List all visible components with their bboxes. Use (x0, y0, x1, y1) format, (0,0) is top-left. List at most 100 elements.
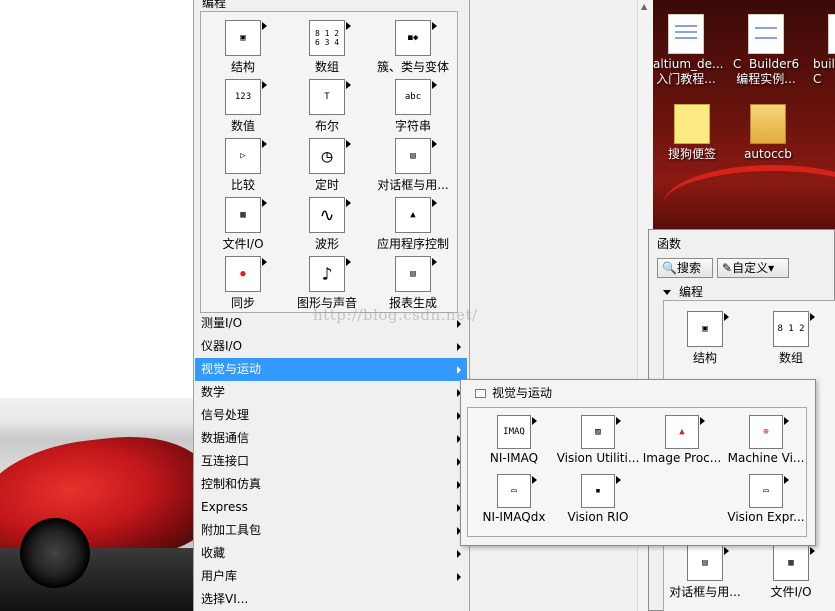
image-processing-glyph: ▲ (679, 427, 685, 437)
palette-item-label: Vision Utiliti... (556, 451, 640, 465)
palette-item-dialog[interactable]: ▤ 对话框与用... (371, 134, 455, 193)
menu-item-vision-motion[interactable]: 视觉与运动 (195, 358, 467, 381)
search-button[interactable]: 🔍搜索 (657, 258, 713, 278)
structure-icon: ▣ (687, 311, 723, 347)
palette-item-label: NI-IMAQ (489, 451, 539, 465)
menu-item-label: 数据通信 (201, 431, 250, 445)
submenu-arrow-icon (457, 320, 461, 328)
palette-item-vision-express[interactable]: ▭ Vision Expr... (722, 471, 810, 529)
palette-item-label: 结构 (230, 60, 255, 74)
menu-item-connectivity[interactable]: 互连接口 (195, 450, 467, 473)
palette-item-label: 应用程序控制 (376, 237, 449, 251)
wallpaper-image (0, 398, 195, 611)
app-control-icon: ▲ (395, 197, 431, 233)
menu-item-label: 仪器I/O (201, 339, 243, 353)
image-processing-icon: ▲ (665, 415, 699, 449)
vision-express-icon: ▭ (749, 474, 783, 508)
palette-item-timing[interactable]: ◷ 定时 (285, 134, 369, 193)
palette-item-label: 对话框与用... (377, 178, 449, 192)
menu-item-control-simulation[interactable]: 控制和仿真 (195, 473, 467, 496)
palette-item-sync[interactable]: ● 同步 (201, 252, 285, 311)
palette-item-ni-imaqdx[interactable]: ▭ NI-IMAQdx (470, 471, 558, 529)
menu-item-label: 附加工具包 (201, 523, 262, 537)
desktop-icon-cbuilder[interactable]: C Builder6 编程实例... (733, 14, 799, 87)
functions-menu[interactable]: 编程 ▣ 结构 8 1 2 6 3 4 数组 ◼◆ 簇、类与变体 123 数值 T 布尔 … (193, 0, 470, 611)
submenu-arrow-icon (457, 343, 461, 351)
ni-imaqdx-glyph: ▭ (511, 486, 517, 496)
palette-item-label: Vision RIO (567, 510, 629, 524)
ni-imaq-icon: IMAQ (497, 415, 531, 449)
collapse-icon (663, 290, 671, 295)
vision-utilities-icon: ▨ (581, 415, 615, 449)
menu-item-addons[interactable]: 附加工具包 (195, 519, 467, 542)
dialog-icon: ▤ (395, 138, 431, 174)
palette-item-vision-rio[interactable]: ▪ Vision RIO (554, 471, 642, 529)
desktop-icon-builder[interactable]: buil C (813, 14, 835, 87)
background-canvas (0, 0, 195, 398)
customize-button[interactable]: ✎自定义▾ (717, 258, 789, 278)
menu-item-measurement-io[interactable]: 测量I/O (195, 312, 467, 335)
palette-item-array[interactable]: 8 1 2 6 3 4 数组 (285, 16, 369, 75)
palette-item-cluster[interactable]: ◼◆ 簇、类与变体 (371, 16, 455, 75)
menu-item-label: 数学 (201, 385, 226, 399)
palette-item-app-control[interactable]: ▲ 应用程序控制 (371, 193, 455, 252)
palette-item-file-io[interactable]: ▦ 文件I/O (748, 541, 834, 600)
palette-item-string[interactable]: abc 字符串 (371, 75, 455, 134)
palette-item-comparison[interactable]: ▷ 比较 (201, 134, 285, 193)
programming-palette: ▣ 结构 8 1 2 6 3 4 数组 ◼◆ 簇、类与变体 123 数值 T 布尔 abc… (200, 11, 458, 313)
scroll-up-icon[interactable]: ▲ (641, 2, 647, 11)
palette-item-vision-utilities[interactable]: ▨ Vision Utiliti... (554, 412, 642, 470)
pin-icon[interactable] (475, 389, 486, 398)
desktop-icon-label: 搜狗便签 (667, 147, 716, 161)
menu-item-data-communication[interactable]: 数据通信 (195, 427, 467, 450)
menu-item-math[interactable]: 数学 (195, 381, 467, 404)
menu-item-label: 用户库 (201, 569, 238, 583)
palette-item-label: 定时 (314, 178, 339, 192)
desktop-icon-sogou-note[interactable]: 搜狗便签 (659, 104, 725, 162)
folder-icon (750, 104, 786, 144)
machine-vision-icon: ⊕ (749, 415, 783, 449)
submenu-title-label: 视觉与运动 (492, 386, 553, 400)
desktop-icon-autoccb[interactable]: autoccb (735, 104, 801, 162)
array-icon: 8 1 2 (773, 311, 809, 347)
palette-item-numeric[interactable]: 123 数值 (201, 75, 285, 134)
menu-item-express[interactable]: Express (195, 496, 467, 519)
palette-item-graphics-sound[interactable]: ♪ 图形与声音 (285, 252, 369, 311)
menu-item-user-libraries[interactable]: 用户库 (195, 565, 467, 588)
desktop-icon-label: C Builder6 编程实例... (733, 57, 800, 86)
palette-item-waveform[interactable]: ∿ 波形 (285, 193, 369, 252)
menu-item-signal-processing[interactable]: 信号处理 (195, 404, 467, 427)
machine-vision-glyph: ⊕ (763, 427, 769, 437)
palette-item-machine-vision[interactable]: ⊕ Machine Vi... (722, 412, 810, 470)
palette-item-label: 对话框与用... (669, 585, 741, 599)
wrench-icon: ✎ (722, 261, 733, 275)
vision-motion-submenu[interactable]: 视觉与运动 IMAQ NI-IMAQ ▨ Vision Utiliti... ▲ Im… (460, 379, 816, 546)
report-icon: ▤ (395, 256, 431, 292)
section-header-programming[interactable]: 编程 (663, 283, 703, 300)
cluster-icon: ◼◆ (395, 20, 431, 56)
palette-item-boolean[interactable]: T 布尔 (285, 75, 369, 134)
submenu-arrow-icon (457, 573, 461, 581)
palette-item-ni-imaq[interactable]: IMAQ NI-IMAQ (470, 412, 558, 470)
palette-item-label: 图形与声音 (296, 296, 357, 310)
menu-item-select-vi[interactable]: 选择VI... (195, 588, 467, 611)
desktop-icon-altium[interactable]: altium_de... 入门教程... (653, 14, 723, 87)
submenu-title: 视觉与运动 (475, 384, 552, 401)
waveform-icon: ∿ (309, 197, 345, 233)
submenu-palette: IMAQ NI-IMAQ ▨ Vision Utiliti... ▲ Image Pr… (467, 407, 807, 537)
palette-item-label: 数组 (314, 60, 339, 74)
palette-item-structure[interactable]: ▣ 结构 (664, 307, 748, 366)
palette-item-array[interactable]: 8 1 2 数组 (748, 307, 834, 366)
menu-item-label: 视觉与运动 (201, 362, 262, 376)
submenu-arrow-icon (457, 550, 461, 558)
palette-item-dialog[interactable]: ▤ 对话框与用... (664, 541, 748, 600)
menu-item-label: 互连接口 (201, 454, 250, 468)
menu-item-label: 信号处理 (201, 408, 250, 422)
palette-item-report[interactable]: ▤ 报表生成 (371, 252, 455, 311)
palette-item-image-processing[interactable]: ▲ Image Proc... (638, 412, 726, 470)
menu-item-instrument-io[interactable]: 仪器I/O (195, 335, 467, 358)
palette-item-structure[interactable]: ▣ 结构 (201, 16, 285, 75)
menu-item-favorites[interactable]: 收藏 (195, 542, 467, 565)
palette-item-file-io[interactable]: ▦ 文件I/O (201, 193, 285, 252)
palette-item-label: NI-IMAQdx (482, 510, 546, 524)
